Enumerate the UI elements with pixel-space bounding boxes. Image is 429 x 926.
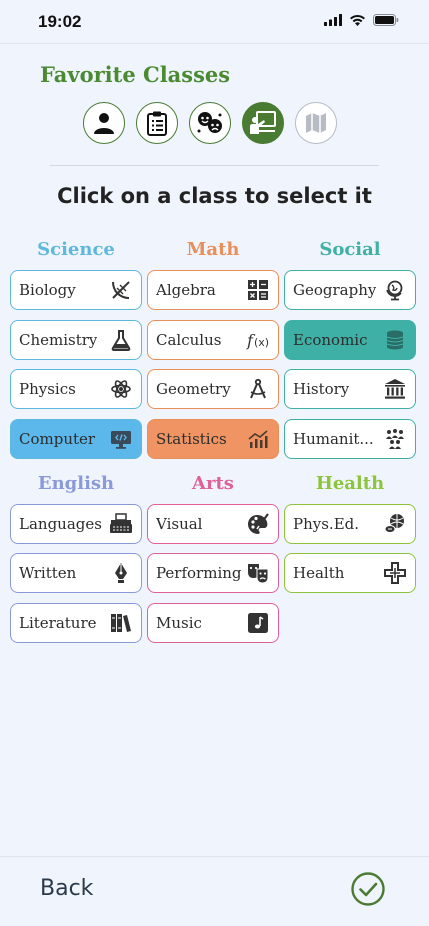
books-icon: [109, 611, 133, 635]
heading-math: Math: [186, 239, 240, 260]
class-geography[interactable]: Geography: [284, 270, 416, 310]
class-algebra[interactable]: Algebra: [147, 270, 279, 310]
class-label: Economic: [293, 331, 368, 349]
dna-icon: [109, 278, 133, 302]
class-label: Algebra: [156, 281, 216, 299]
class-biology[interactable]: Biology: [10, 270, 142, 310]
class-label: Biology: [19, 281, 76, 299]
step-classes[interactable]: [242, 102, 284, 144]
back-button[interactable]: Back: [40, 876, 93, 901]
teacher-board-icon: [250, 111, 276, 134]
music-note-icon: [246, 611, 270, 635]
class-label: Literature: [19, 614, 97, 632]
class-calculus[interactable]: Calculus f (x): [147, 320, 279, 360]
museum-icon: [383, 377, 407, 401]
class-label: Statistics: [156, 430, 227, 448]
person-icon: [94, 113, 114, 134]
heading-social: Social: [319, 239, 381, 260]
class-physics[interactable]: Physics: [10, 369, 142, 409]
class-geometry[interactable]: Geometry: [147, 369, 279, 409]
heading-science: Science: [37, 239, 115, 260]
heading-english: English: [37, 473, 115, 494]
people-icon: [383, 427, 407, 451]
globe-icon: [383, 278, 407, 302]
class-music[interactable]: Music: [147, 603, 279, 643]
class-performing[interactable]: Performing: [147, 553, 279, 593]
class-label: Music: [156, 614, 202, 632]
class-label: Physics: [19, 380, 76, 398]
class-visual[interactable]: Visual: [147, 504, 279, 544]
class-label: Health: [293, 564, 345, 582]
battery-icon: [373, 14, 399, 26]
heading-arts: Arts: [192, 473, 234, 494]
class-label: Geometry: [156, 380, 231, 398]
sports-balls-icon: [383, 512, 407, 536]
atom-icon: [109, 377, 133, 401]
step-profile[interactable]: [83, 102, 125, 144]
calculator-icon: [246, 278, 270, 302]
theater-masks-icon: [197, 112, 222, 133]
status-icons: [324, 14, 399, 26]
medical-cross-icon: [383, 561, 407, 585]
class-languages[interactable]: Languages: [10, 504, 142, 544]
step-indicator: [83, 102, 337, 144]
palette-icon: [246, 512, 270, 536]
theater-masks-icon: [246, 561, 270, 585]
step-map[interactable]: [295, 102, 337, 144]
class-label: Visual: [156, 515, 203, 533]
typewriter-icon: [109, 512, 133, 536]
map-icon: [306, 113, 326, 133]
class-health[interactable]: Health: [284, 553, 416, 593]
step-details[interactable]: [136, 102, 178, 144]
class-label: Humanit...: [293, 430, 374, 448]
status-bar: 19:02: [0, 0, 429, 44]
signal-icon: [324, 14, 342, 26]
class-history[interactable]: History: [284, 369, 416, 409]
class-label: Chemistry: [19, 331, 98, 349]
svg-text:(x): (x): [254, 336, 269, 349]
class-label: Written: [19, 564, 77, 582]
class-physed[interactable]: Phys.Ed.: [284, 504, 416, 544]
flask-icon: [109, 328, 133, 352]
class-label: Calculus: [156, 331, 222, 349]
step-interests[interactable]: [189, 102, 231, 144]
instruction-text: Click on a class to select it: [57, 184, 372, 208]
wifi-icon: [350, 14, 365, 26]
class-humanities[interactable]: Humanit...: [284, 419, 416, 459]
heading-health: Health: [315, 473, 385, 494]
class-label: Computer: [19, 430, 96, 448]
clipboard-icon: [147, 111, 167, 136]
class-label: Phys.Ed.: [293, 515, 360, 533]
class-statistics[interactable]: Statistics: [147, 419, 279, 459]
page-title: Favorite Classes: [40, 62, 231, 87]
function-icon: f (x): [246, 328, 270, 352]
class-computer[interactable]: Computer: [10, 419, 142, 459]
chart-icon: [246, 427, 270, 451]
class-label: Languages: [19, 515, 102, 533]
class-label: Geography: [293, 281, 377, 299]
compass-icon: [246, 377, 270, 401]
class-label: History: [293, 380, 350, 398]
class-literature[interactable]: Literature: [10, 603, 142, 643]
code-monitor-icon: [109, 427, 133, 451]
class-economic[interactable]: Economic: [284, 320, 416, 360]
class-written[interactable]: Written: [10, 553, 142, 593]
coins-icon: [383, 328, 407, 352]
status-time: 19:02: [38, 12, 82, 31]
class-chemistry[interactable]: Chemistry: [10, 320, 142, 360]
class-label: Performing: [156, 564, 242, 582]
divider: [50, 165, 379, 166]
pen-nib-icon: [109, 561, 133, 585]
check-circle-icon[interactable]: [351, 872, 385, 906]
